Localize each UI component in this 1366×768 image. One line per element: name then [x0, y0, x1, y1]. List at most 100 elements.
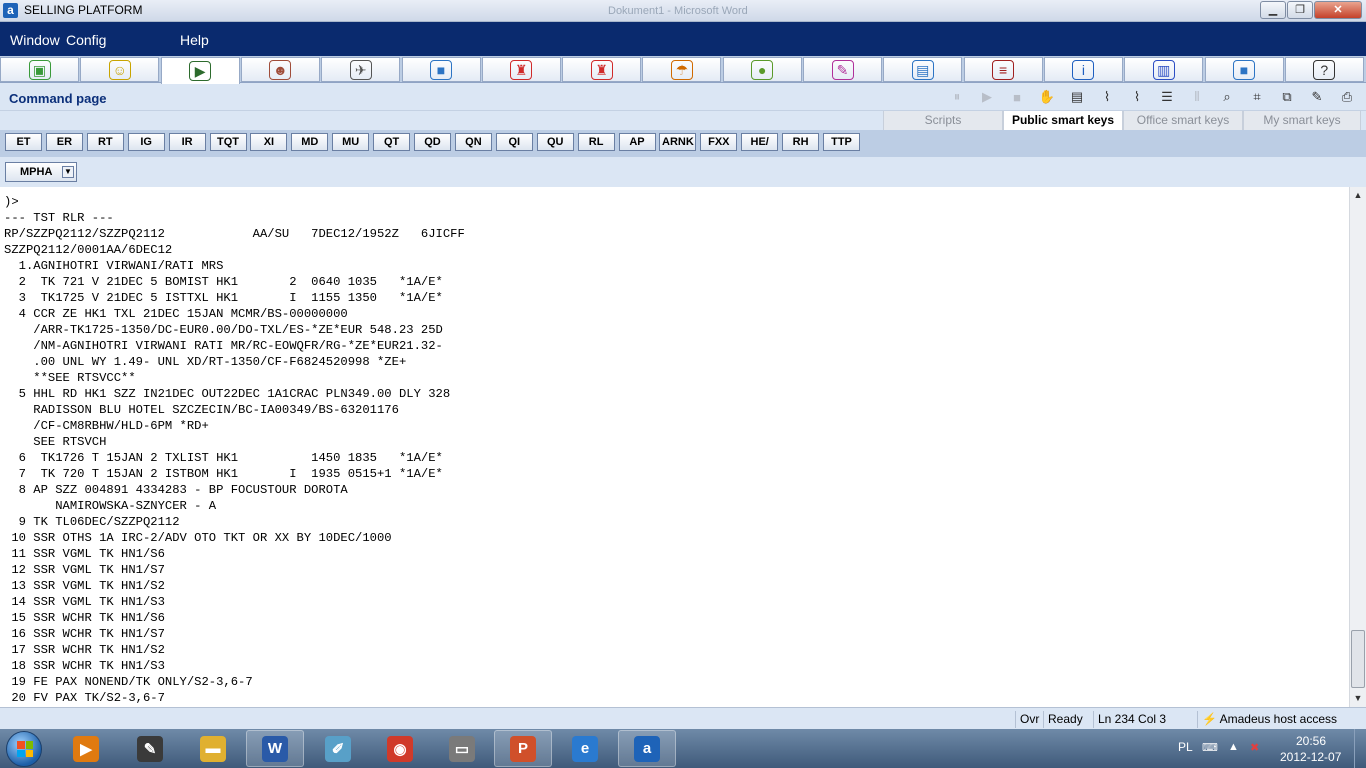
taskbar-button-internet-explorer[interactable]: e	[556, 730, 614, 767]
maximize-button[interactable]: ❐	[1287, 1, 1313, 19]
smart-key-ig[interactable]: IG	[127, 133, 165, 151]
smart-key-rh[interactable]: RH	[782, 133, 820, 151]
tab-scripts[interactable]: Scripts	[883, 111, 1003, 130]
close-button[interactable]: ✕	[1314, 1, 1362, 19]
terminal-line: 11 SSR VGML TK HN1/S6	[4, 547, 165, 561]
taskbar-button-paint[interactable]: ✎	[121, 730, 179, 767]
taskbar-button-chrome[interactable]: ◉	[371, 730, 429, 767]
minimize-button[interactable]: ▁	[1260, 1, 1286, 19]
menu-window[interactable]: Window	[10, 32, 60, 48]
tray-expand-icon[interactable]: ▲	[1228, 741, 1239, 753]
module-button-pilot[interactable]: ✈	[321, 57, 401, 82]
smart-key-ap[interactable]: AP	[618, 133, 656, 151]
module-button-building[interactable]: ▥	[1124, 57, 1204, 82]
show-desktop-button[interactable]	[1354, 729, 1366, 768]
taskbar-button-powerpoint[interactable]: P	[494, 730, 552, 767]
chevron-down-icon[interactable]: ▼	[62, 166, 74, 178]
module-button-coins[interactable]: ●	[722, 57, 802, 82]
books-icon: ≡	[992, 59, 1015, 80]
menu-bar: Window Config Help	[0, 22, 1366, 56]
taskbar-button-word[interactable]: W	[246, 730, 304, 767]
module-button-bellboy[interactable]: ♜	[481, 57, 561, 82]
status-state: Ready	[1043, 711, 1093, 728]
mpha-dropdown[interactable]: MPHA ▼	[5, 162, 77, 182]
stop-icon[interactable]: ■	[1008, 88, 1026, 106]
module-button-help[interactable]: ?	[1284, 57, 1364, 82]
smart-key-qi[interactable]: QI	[495, 133, 533, 151]
taskbar-button-media-player[interactable]: ▶	[57, 730, 115, 767]
menu-config[interactable]: Config	[66, 32, 106, 48]
scroll-up-icon[interactable]: ▲	[1350, 187, 1366, 203]
smart-key-tqt[interactable]: TQT	[209, 133, 247, 151]
smart-key-qt[interactable]: QT	[373, 133, 411, 151]
taskbar-button-notes[interactable]: ✐	[309, 730, 367, 767]
smart-key-ttp[interactable]: TTP	[823, 133, 860, 151]
smart-key-rt[interactable]: RT	[86, 133, 124, 151]
smart-key-qn[interactable]: QN	[454, 133, 492, 151]
module-button-info[interactable]: i	[1043, 57, 1123, 82]
terminal-line: 6 TK1726 T 15JAN 2 TXLIST HK1 1450 1835 …	[4, 451, 443, 465]
smart-key-fxx[interactable]: FXX	[700, 133, 738, 151]
smart-key-ir[interactable]: IR	[168, 133, 206, 151]
module-button-car[interactable]: ■	[401, 57, 481, 82]
menu-help[interactable]: Help	[180, 32, 209, 48]
pause-icon[interactable]: ⏸	[948, 88, 966, 106]
tab-public-smart-keys[interactable]: Public smart keys	[1003, 111, 1123, 130]
window-title: SELLING PLATFORM	[24, 3, 143, 17]
language-indicator[interactable]: PL	[1178, 740, 1193, 754]
module-button-ticket[interactable]: ✎	[803, 57, 882, 82]
command-terminal[interactable]: )> --- TST RLR --- RP/SZZPQ2112/SZZPQ2112 …	[0, 187, 1349, 707]
module-button-umbrella[interactable]: ☂	[642, 57, 722, 82]
taskbar-button-explorer-folder[interactable]: ▬	[184, 730, 242, 767]
car-add-icon: ■	[1233, 59, 1255, 80]
command-terminal-icon: ▶	[189, 61, 212, 81]
smart-key-er[interactable]: ER	[45, 133, 83, 151]
smart-key-rl[interactable]: RL	[577, 133, 615, 151]
copy-icon[interactable]: ⧉	[1278, 88, 1296, 106]
module-button-books[interactable]: ≡	[963, 57, 1043, 82]
module-button-agent-woman[interactable]: ☻	[240, 57, 320, 82]
smart-key-arnk[interactable]: ARNK	[659, 133, 697, 151]
module-button-car-add[interactable]: ■	[1204, 57, 1284, 82]
module-button-documents[interactable]: ▤	[883, 57, 963, 82]
scroll-down-icon[interactable]: ▼	[1350, 690, 1366, 706]
clock-time[interactable]: 20:56	[1296, 734, 1326, 748]
magnifier-icon[interactable]: ⌕	[1218, 88, 1236, 106]
hand-icon[interactable]: ✋	[1038, 88, 1056, 106]
taskbar-button-scanner[interactable]: ▭	[433, 730, 491, 767]
broom-icon[interactable]: ⌇	[1098, 88, 1116, 106]
columns-icon[interactable]: ⦀	[1188, 88, 1206, 106]
keyboard-icon[interactable]: ⌨	[1202, 741, 1218, 754]
network-warning-icon[interactable]: ✖	[1250, 741, 1259, 754]
module-button-cube[interactable]: ▣	[0, 57, 79, 82]
play-icon[interactable]: ▶	[978, 88, 996, 106]
tab-office-smart-keys[interactable]: Office smart keys	[1123, 111, 1243, 130]
smart-key-qu[interactable]: QU	[536, 133, 574, 151]
terminal-line: 12 SSR VGML TK HN1/S7	[4, 563, 165, 577]
smart-key-et[interactable]: ET	[5, 133, 42, 151]
module-button-bellboy-add[interactable]: ♜	[562, 57, 642, 82]
internet-explorer-icon: e	[572, 735, 598, 762]
terminal-line: 7 TK 720 T 15JAN 2 ISTBOM HK1 I 1935 051…	[4, 467, 443, 481]
taskbar-button-amadeus[interactable]: a	[618, 730, 676, 767]
module-button-command-terminal[interactable]: ▶	[160, 57, 240, 84]
pencil-icon[interactable]: ✎	[1308, 88, 1326, 106]
smart-key-he[interactable]: HE/	[741, 133, 779, 151]
scroll-icon[interactable]: ▤	[1068, 88, 1086, 106]
lightning-icon: ⚡	[1202, 712, 1217, 726]
smart-key-mu[interactable]: MU	[332, 133, 370, 151]
tab-my-smart-keys[interactable]: My smart keys	[1243, 111, 1361, 130]
smart-key-qd[interactable]: QD	[414, 133, 451, 151]
clock-date[interactable]: 2012-12-07	[1280, 750, 1341, 764]
smart-key-md[interactable]: MD	[291, 133, 329, 151]
crop-icon[interactable]: ⌗	[1248, 88, 1266, 106]
broom-color-icon[interactable]: ⌇	[1128, 88, 1146, 106]
lines-icon[interactable]: ☰	[1158, 88, 1176, 106]
start-button[interactable]	[6, 731, 42, 767]
module-button-monitor-smile[interactable]: ☺	[80, 57, 160, 82]
printer-icon[interactable]: ⎙	[1338, 88, 1356, 106]
scroll-thumb[interactable]	[1351, 630, 1365, 688]
terminal-scrollbar[interactable]: ▲ ▼	[1349, 187, 1366, 707]
smart-key-xi[interactable]: XI	[250, 133, 288, 151]
status-mode: Ovr	[1015, 711, 1043, 728]
